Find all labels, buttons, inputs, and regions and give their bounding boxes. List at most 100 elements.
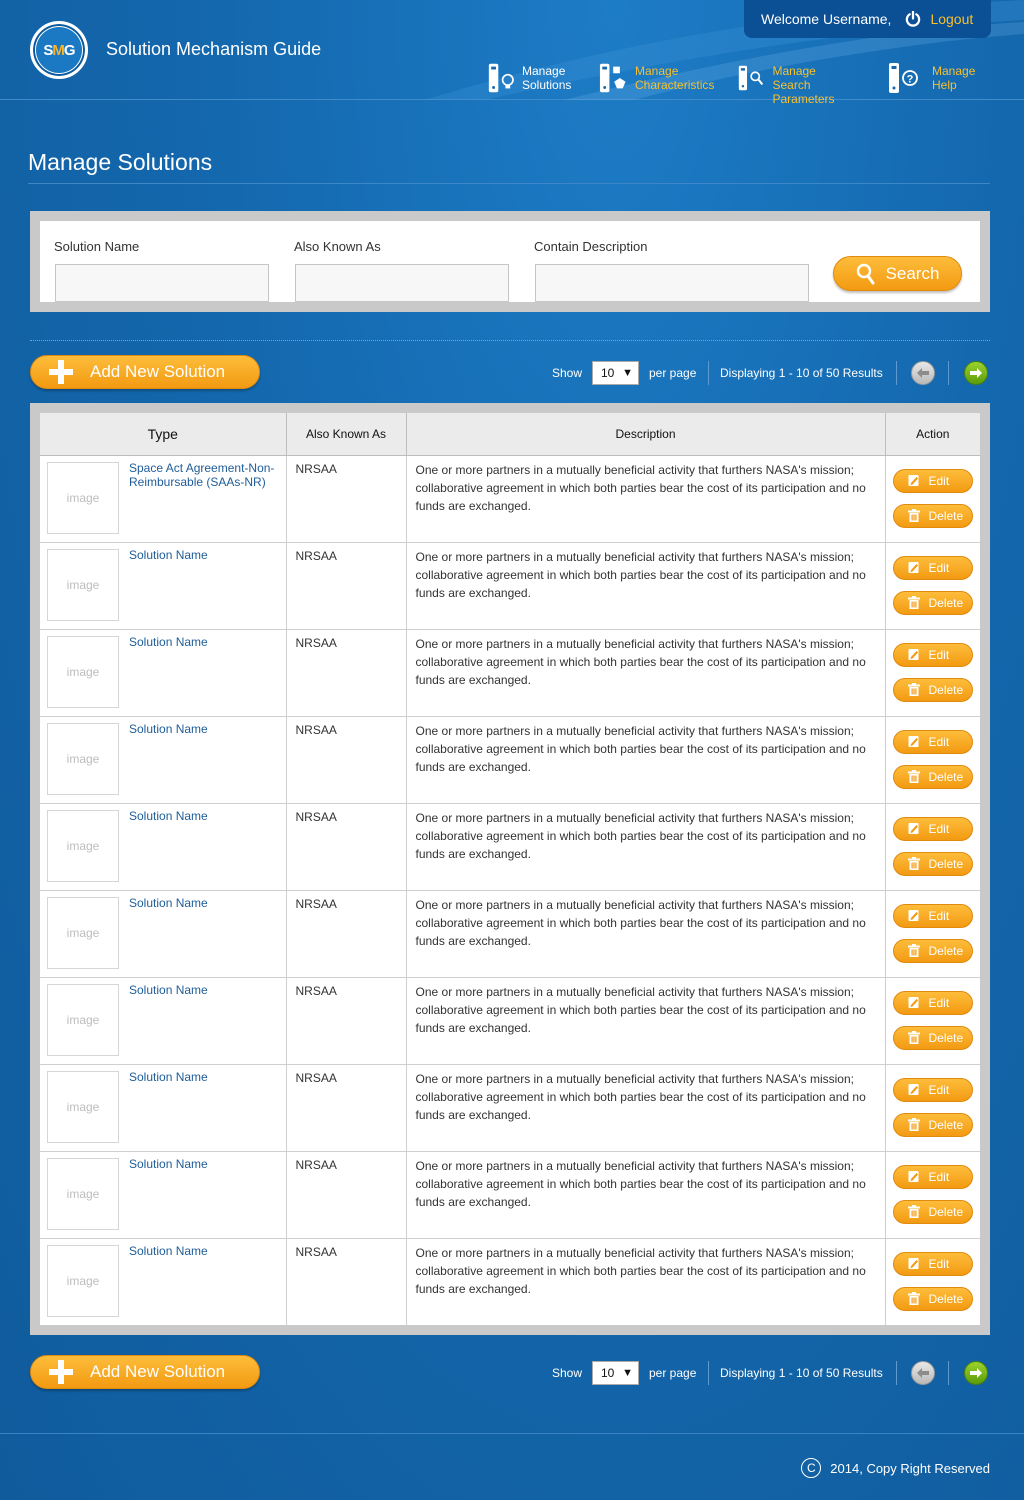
- dropdown-arrow-icon: ▼: [622, 1367, 633, 1379]
- nav-manage-help[interactable]: ? Manage Help: [888, 62, 975, 94]
- solution-name-link[interactable]: Solution Name: [129, 896, 279, 910]
- column-header-type[interactable]: Type: [40, 413, 287, 456]
- column-header-description[interactable]: Description: [405, 413, 886, 456]
- delete-button[interactable]: Delete: [892, 677, 973, 702]
- solution-name-input[interactable]: [55, 264, 269, 302]
- solution-name-link[interactable]: Solution Name: [129, 809, 279, 823]
- nav-label-line1: Manage: [932, 64, 976, 78]
- delete-button-label: Delete: [928, 1030, 964, 1045]
- edit-button[interactable]: Edit: [892, 1077, 973, 1102]
- edit-button[interactable]: Edit: [892, 729, 973, 754]
- next-page-button[interactable]: [964, 1361, 988, 1385]
- next-page-button[interactable]: [964, 361, 988, 385]
- svg-text:?: ?: [907, 74, 914, 86]
- pencil-icon: [908, 1084, 918, 1095]
- solution-image-placeholder: image: [47, 1244, 119, 1317]
- nav-label-line1: Manage Search: [772, 64, 816, 92]
- arrow-left-icon: [917, 368, 929, 378]
- solution-name-link[interactable]: Solution Name: [129, 1244, 279, 1258]
- prev-page-button[interactable]: [911, 361, 935, 385]
- trash-icon: [907, 1205, 920, 1218]
- solution-name-link[interactable]: Solution Name: [129, 635, 279, 649]
- table-row: image Solution Name NRSAA One or more partn…: [40, 1237, 980, 1325]
- edit-button-label: Edit: [928, 1169, 950, 1184]
- trash-icon: [907, 944, 920, 957]
- add-new-solution-button[interactable]: Add New Solution: [30, 355, 260, 389]
- edit-button[interactable]: Edit: [892, 468, 973, 493]
- per-page-select[interactable]: 10 ▼: [592, 361, 639, 385]
- solution-name-link[interactable]: Solution Name: [129, 1070, 279, 1084]
- search-icon: [856, 263, 875, 284]
- delete-button[interactable]: Delete: [892, 1286, 973, 1311]
- nav-manage-characteristics[interactable]: Manage Characteristics: [599, 62, 714, 94]
- per-page-select[interactable]: 10 ▼: [592, 1361, 639, 1385]
- solution-name-link[interactable]: Solution Name: [129, 722, 279, 736]
- header: SMG Solution Mechanism Guide Welcome Use…: [0, 0, 1024, 106]
- logout-label: Logout: [930, 11, 974, 27]
- delete-button[interactable]: Delete: [892, 503, 973, 528]
- edit-button-label: Edit: [928, 473, 950, 488]
- delete-button[interactable]: Delete: [892, 851, 973, 876]
- logout-button[interactable]: Logout: [905, 11, 973, 27]
- edit-button[interactable]: Edit: [892, 642, 973, 667]
- plus-icon: [48, 1359, 74, 1385]
- solution-name-link[interactable]: Solution Name: [129, 983, 279, 997]
- user-bar: Welcome Username, Logout: [744, 0, 991, 38]
- logo-letter-m: M: [52, 41, 64, 59]
- edit-button[interactable]: Edit: [892, 1251, 973, 1276]
- solution-name-link[interactable]: Solution Name: [129, 548, 279, 562]
- edit-button-label: Edit: [928, 647, 950, 662]
- copyright-text: 2014, Copy Right Reserved: [830, 1460, 990, 1476]
- app-logo[interactable]: SMG: [30, 21, 88, 79]
- aka-input[interactable]: [295, 264, 509, 302]
- add-button-label: Add New Solution: [90, 362, 226, 381]
- edit-button[interactable]: Edit: [892, 1164, 973, 1189]
- delete-button[interactable]: Delete: [892, 1112, 973, 1137]
- edit-button[interactable]: Edit: [892, 990, 973, 1015]
- action-cell: Edit Delete: [884, 1150, 980, 1239]
- delete-button[interactable]: Delete: [892, 764, 973, 789]
- pencil-icon: [908, 649, 918, 660]
- edit-button-label: Edit: [928, 995, 950, 1010]
- action-cell: Edit Delete: [884, 715, 980, 804]
- action-cell: Edit Delete: [884, 889, 980, 978]
- solution-image-placeholder: image: [47, 809, 119, 882]
- edit-button[interactable]: Edit: [892, 816, 973, 841]
- pencil-icon: [908, 736, 918, 747]
- delete-button-label: Delete: [928, 1117, 964, 1132]
- edit-button[interactable]: Edit: [892, 555, 973, 580]
- trash-icon: [907, 770, 920, 783]
- solution-name-link[interactable]: Space Act Agreement-Non-Reimbursable (SA…: [129, 461, 279, 489]
- table-row: image Space Act Agreement-Non-Reimbursabl…: [40, 454, 980, 543]
- delete-button[interactable]: Delete: [892, 1199, 973, 1224]
- nav-manage-solutions[interactable]: Manage Solutions: [486, 62, 571, 94]
- edit-button[interactable]: Edit: [892, 903, 973, 928]
- solution-image-placeholder: image: [47, 635, 119, 708]
- nav-label-line1: Manage: [522, 64, 566, 78]
- prev-page-button[interactable]: [911, 1361, 935, 1385]
- arrow-left-icon: [917, 1368, 929, 1378]
- description-input[interactable]: [535, 264, 809, 302]
- per-page-value: 10: [601, 366, 615, 380]
- add-new-solution-button[interactable]: Add New Solution: [30, 1355, 260, 1389]
- aka-cell: NRSAA: [285, 889, 407, 978]
- logo-letter-g: G: [63, 41, 76, 59]
- solution-name-link[interactable]: Solution Name: [129, 1157, 279, 1171]
- pager-divider: [948, 361, 949, 385]
- delete-button[interactable]: Delete: [892, 590, 973, 615]
- delete-button[interactable]: Delete: [892, 1025, 973, 1050]
- delete-button[interactable]: Delete: [892, 938, 973, 963]
- pager-divider: [896, 1361, 897, 1385]
- table-row: image Solution Name NRSAA One or more partn…: [40, 1150, 980, 1239]
- type-cell: image Solution Name: [40, 976, 287, 1065]
- edit-button-label: Edit: [928, 1082, 950, 1097]
- column-header-aka[interactable]: Also Known As: [285, 413, 407, 456]
- type-cell: image Solution Name: [40, 1063, 287, 1152]
- solution-image-placeholder: image: [47, 461, 119, 534]
- aka-cell: NRSAA: [285, 802, 407, 891]
- nav-manage-search-parameters[interactable]: Manage Search Parameters: [738, 62, 842, 106]
- search-button[interactable]: Search: [833, 256, 962, 291]
- pencil-icon: [908, 562, 918, 573]
- trash-icon: [907, 1292, 920, 1305]
- nav-label-line2: Parameters: [772, 92, 835, 106]
